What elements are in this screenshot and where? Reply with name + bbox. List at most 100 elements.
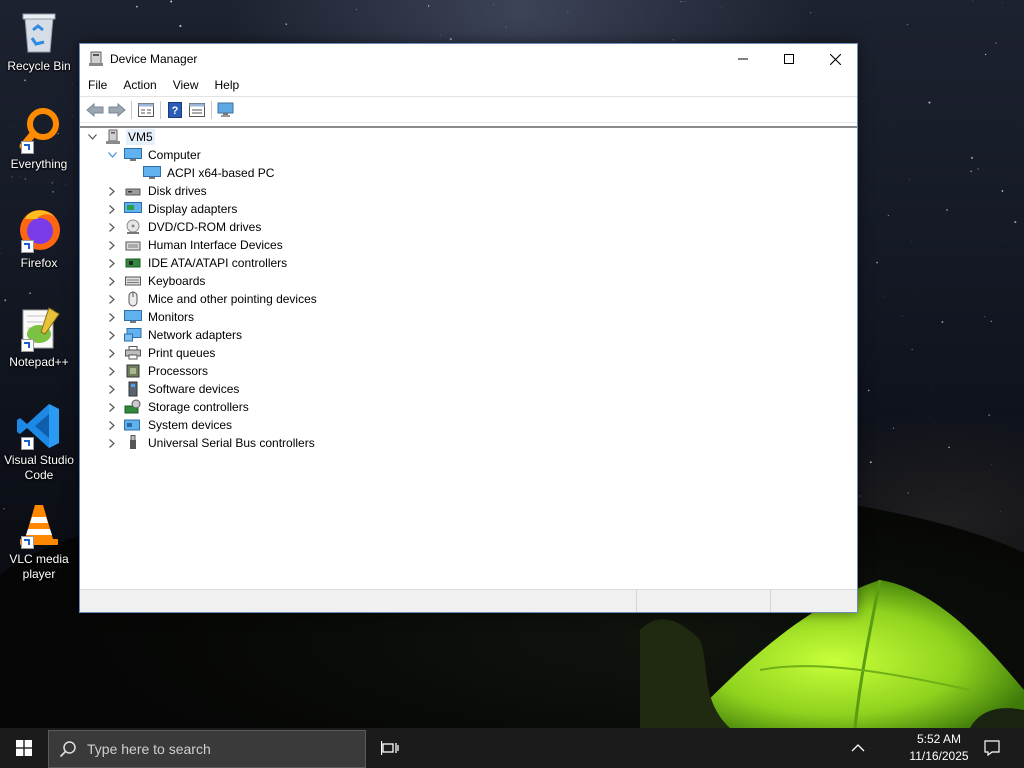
close-icon (829, 53, 841, 65)
chevron-right-icon[interactable] (106, 398, 118, 416)
desktop-icon-notepad-plus-plus[interactable]: Notepad++ (0, 304, 78, 370)
svg-text:?: ? (172, 105, 179, 117)
chevron-right-icon[interactable] (106, 200, 118, 218)
processor-icon (124, 363, 142, 379)
tree-category-label: Universal Serial Bus controllers (148, 436, 315, 450)
help-icon: ? (168, 101, 182, 118)
shortcut-arrow-icon (21, 339, 34, 352)
toolbar-separator (211, 100, 212, 119)
help-button[interactable]: ? (164, 99, 186, 121)
tree-node-category[interactable]: Network adapters (106, 326, 244, 344)
taskbar-clock[interactable]: 5:52 AM 11/16/2025 (900, 728, 978, 768)
tree-node-category[interactable]: Universal Serial Bus controllers (106, 434, 317, 452)
chevron-right-icon[interactable] (106, 344, 118, 362)
maximize-button[interactable] (766, 44, 812, 74)
tree-node-category[interactable]: Print queues (106, 344, 217, 362)
tree-node-category[interactable]: Disk drives (106, 182, 209, 200)
task-view-icon (381, 741, 399, 755)
disk-drive-icon (124, 183, 142, 199)
tree-node-category[interactable]: Human Interface Devices (106, 236, 285, 254)
show-hide-button[interactable] (186, 99, 208, 121)
scan-hardware-button[interactable] (215, 99, 237, 121)
properties-button[interactable] (135, 99, 157, 121)
tree-node-category[interactable]: Processors (106, 362, 210, 380)
forward-arrow-icon (108, 102, 126, 117)
tree-root-label: VM5 (126, 129, 155, 145)
chevron-right-icon[interactable] (106, 380, 118, 398)
chevron-right-icon[interactable] (106, 308, 118, 326)
chevron-right-icon[interactable] (106, 416, 118, 434)
chevron-down-icon[interactable] (106, 146, 118, 164)
tree-node-category[interactable]: Keyboards (106, 272, 207, 290)
tree-acpi-label: ACPI x64-based PC (167, 166, 275, 180)
desktop-icon-vlc[interactable]: VLC media player (0, 501, 78, 582)
desktop-icon-label: Visual Studio Code (4, 453, 74, 482)
keyboard-icon (124, 273, 142, 289)
dvd-drive-icon (124, 219, 142, 235)
desktop-icon-label: VLC media player (9, 552, 69, 581)
minimize-button[interactable] (720, 44, 766, 74)
notification-center-button[interactable] (979, 728, 1005, 768)
menu-action[interactable]: Action (115, 74, 164, 96)
usb-icon (124, 435, 142, 451)
title-bar[interactable]: Device Manager (80, 44, 857, 74)
window-title: Device Manager (110, 52, 198, 66)
tree-category-label: Software devices (148, 382, 240, 396)
close-button[interactable] (812, 44, 858, 74)
desktop-icon-recycle-bin[interactable]: Recycle Bin (0, 8, 78, 74)
tree-category-label: Keyboards (148, 274, 206, 288)
tree-category-label: Human Interface Devices (148, 238, 283, 252)
system-device-icon (124, 417, 142, 433)
back-button[interactable] (84, 99, 106, 121)
desktop-icon-everything[interactable]: Everything (0, 106, 78, 172)
tree-node-computer[interactable]: Computer (106, 146, 203, 164)
desktop-icon-vscode[interactable]: Visual Studio Code (0, 402, 78, 483)
minimize-icon (738, 58, 748, 60)
chevron-right-icon[interactable] (106, 290, 118, 308)
task-view-button[interactable] (366, 728, 414, 768)
chevron-up-icon (851, 744, 865, 752)
desktop-icon-firefox[interactable]: Firefox (0, 205, 78, 271)
forward-button[interactable] (106, 99, 128, 121)
tree-computer-label: Computer (148, 148, 201, 162)
chevron-right-icon[interactable] (106, 434, 118, 452)
tree-node-category[interactable]: IDE ATA/ATAPI controllers (106, 254, 289, 272)
computer-monitor-icon (143, 165, 161, 181)
search-icon (49, 740, 87, 758)
toolbar-separator (131, 100, 132, 119)
recycle-bin-icon (22, 13, 56, 53)
chevron-right-icon[interactable] (106, 326, 118, 344)
tree-node-acpi[interactable]: ACPI x64-based PC (143, 164, 276, 182)
tree-category-label: Network adapters (148, 328, 243, 342)
tree-node-category[interactable]: Software devices (106, 380, 241, 398)
menu-help[interactable]: Help (207, 74, 248, 96)
tree-node-category[interactable]: Storage controllers (106, 398, 251, 416)
computer-monitor-icon (124, 147, 142, 163)
tree-node-category[interactable]: Monitors (106, 308, 196, 326)
monitor-icon (124, 309, 142, 325)
windows-logo-icon (16, 740, 32, 756)
printer-icon (124, 345, 142, 361)
show-hidden-icons-button[interactable] (846, 728, 870, 768)
tree-node-category[interactable]: Mice and other pointing devices (106, 290, 319, 308)
hid-icon (124, 237, 142, 253)
tree-node-category[interactable]: System devices (106, 416, 234, 434)
menu-view[interactable]: View (165, 74, 207, 96)
chevron-right-icon[interactable] (106, 272, 118, 290)
device-tree[interactable]: VM5 Computer ACPI x64-based PC Disk driv… (80, 126, 857, 592)
menu-file[interactable]: File (80, 74, 115, 96)
tree-node-root[interactable]: VM5 (86, 128, 155, 146)
chevron-right-icon[interactable] (106, 182, 118, 200)
chevron-right-icon[interactable] (106, 362, 118, 380)
taskbar-search-box[interactable]: Type here to search (48, 729, 366, 768)
tree-node-category[interactable]: DVD/CD-ROM drives (106, 218, 263, 236)
chevron-right-icon[interactable] (106, 236, 118, 254)
chevron-right-icon[interactable] (106, 254, 118, 272)
shortcut-arrow-icon (21, 536, 34, 549)
tree-node-category[interactable]: Display adapters (106, 200, 239, 218)
storage-controller-icon (124, 399, 142, 415)
chevron-right-icon[interactable] (106, 218, 118, 236)
chevron-down-icon[interactable] (86, 128, 98, 146)
tree-category-label: DVD/CD-ROM drives (148, 220, 262, 234)
start-button[interactable] (0, 728, 48, 768)
